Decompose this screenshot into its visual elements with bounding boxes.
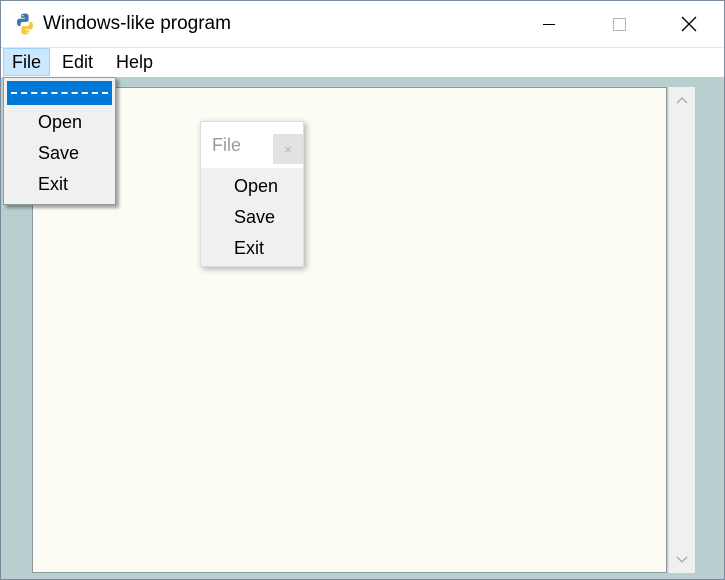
close-icon: × xyxy=(284,141,292,157)
torn-menu-item-save[interactable]: Save xyxy=(234,207,275,228)
window-title: Windows-like program xyxy=(43,13,231,34)
python-icon xyxy=(17,13,33,35)
close-button[interactable] xyxy=(654,1,724,47)
maximize-button[interactable] xyxy=(584,1,654,47)
text-editor[interactable] xyxy=(32,87,667,573)
close-icon xyxy=(681,16,697,32)
title-bar[interactable]: Windows-like program xyxy=(1,1,724,47)
chevron-down-icon xyxy=(676,556,688,563)
scroll-up-button[interactable] xyxy=(669,89,695,111)
menu-file[interactable]: File xyxy=(3,48,51,76)
menu-edit[interactable]: Edit xyxy=(54,48,101,76)
vertical-scrollbar[interactable] xyxy=(668,87,695,573)
torn-off-title-bar[interactable]: File × xyxy=(201,122,303,168)
torn-menu-item-open[interactable]: Open xyxy=(234,176,278,197)
chevron-up-icon xyxy=(676,97,688,104)
tearoff-item[interactable] xyxy=(7,81,112,105)
torn-off-title: File xyxy=(212,135,242,155)
menu-help[interactable]: Help xyxy=(108,48,161,76)
file-dropdown-menu: Open Save Exit xyxy=(3,77,116,205)
menu-item-exit[interactable]: Exit xyxy=(38,174,68,195)
menu-item-save[interactable]: Save xyxy=(38,143,79,164)
menu-bar: File Edit Help xyxy=(1,47,724,77)
tearoff-dashed-line xyxy=(11,92,108,94)
maximize-icon xyxy=(612,17,626,31)
scroll-down-button[interactable] xyxy=(669,549,695,571)
torn-off-menu-window: File × Open Save Exit xyxy=(200,121,304,267)
minimize-button[interactable] xyxy=(514,1,584,47)
torn-menu-item-exit[interactable]: Exit xyxy=(234,238,264,259)
minimize-icon xyxy=(543,23,555,25)
menu-item-open[interactable]: Open xyxy=(38,112,82,133)
torn-off-close-button[interactable]: × xyxy=(273,134,303,164)
app-window: Windows-like program File Edit Help Open… xyxy=(0,0,725,580)
